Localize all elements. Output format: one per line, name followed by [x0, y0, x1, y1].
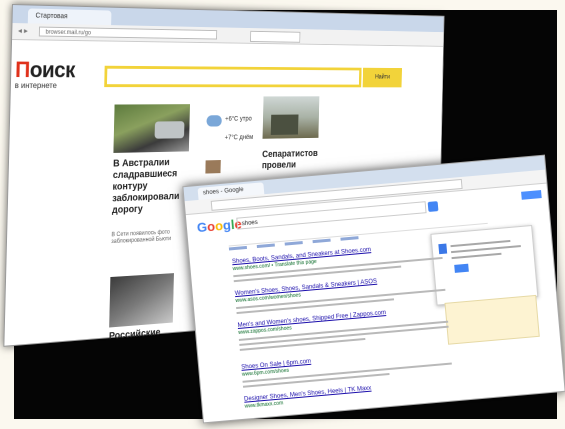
news-photo-car: [155, 121, 185, 139]
search-submit-icon[interactable]: [428, 201, 439, 212]
weather-line: +7°C днём: [225, 134, 254, 141]
search-tab[interactable]: [229, 246, 247, 251]
back-address-bar[interactable]: browser.mail.ru/go: [39, 27, 217, 40]
news-photo-group: [271, 115, 299, 135]
news-snippet: В Сети появилось фото заблокированной Бь…: [111, 229, 190, 246]
search-button[interactable]: Найти: [363, 68, 402, 88]
main-search-input[interactable]: [104, 66, 361, 88]
search-tab[interactable]: [257, 243, 275, 248]
info-box: [444, 295, 539, 345]
popup-text-line: [452, 253, 502, 259]
back-tab[interactable]: Стартовая: [28, 8, 112, 25]
screenshot-stage: Стартовая ◂ ▸ browser.mail.ru/go Поиск в…: [0, 0, 565, 429]
back-toolbar-search[interactable]: [250, 31, 300, 43]
popup-ok-button[interactable]: [454, 264, 469, 273]
search-tab[interactable]: [285, 241, 303, 246]
search-result[interactable]: Men's and Women's shoes, Shipped Free | …: [237, 305, 449, 351]
news-thumbnail[interactable]: [205, 160, 220, 174]
front-browser-window: shoes - Google Search Google shoes Shoes…: [182, 155, 565, 424]
news-headline[interactable]: Сепаратистов провели: [262, 148, 326, 171]
notification-popup: [430, 225, 538, 306]
cloud-icon: [206, 115, 221, 126]
news-photo[interactable]: [109, 273, 174, 327]
sign-in-button[interactable]: [521, 190, 542, 200]
site-logo[interactable]: Поиск в интернете: [15, 57, 76, 90]
popup-text-line: [451, 245, 521, 253]
search-tab[interactable]: [313, 239, 331, 244]
weather-line: +6°C утро: [225, 116, 252, 123]
logo-main-text: Поиск: [15, 57, 75, 83]
back-nav-arrows-icon[interactable]: ◂ ▸: [18, 26, 28, 35]
search-tab[interactable]: [340, 236, 358, 241]
